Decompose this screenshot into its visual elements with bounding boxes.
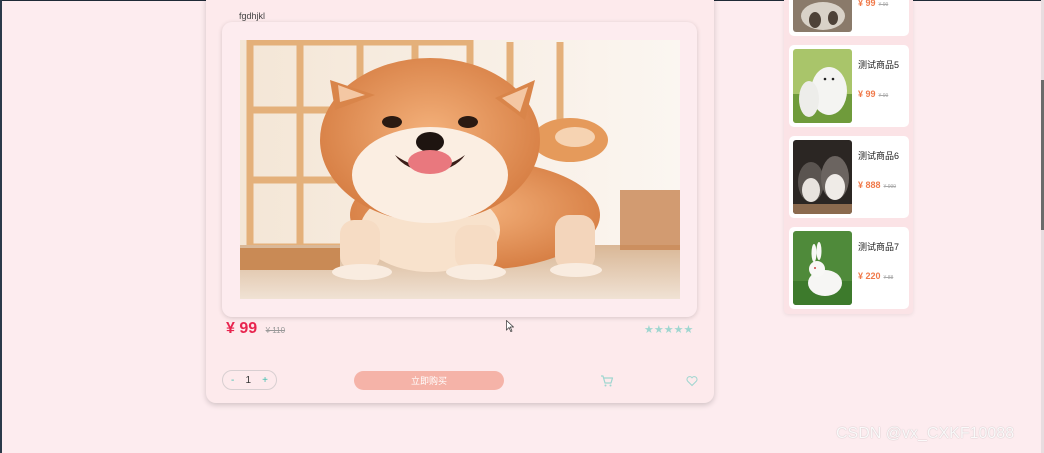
quantity-stepper: - 1 + [222, 370, 277, 390]
recommended-products-list: ¥ 99 ¥ 99 测试商品5 ¥ 99 ¥ 99 测试商品6 ¥ 888 ¥ 999 [784, 0, 913, 314]
list-item-price: ¥ 888 ¥ 999 [858, 180, 897, 190]
increase-quantity-button[interactable]: + [262, 375, 268, 386]
product-thumb-white-dogs [793, 49, 852, 123]
price-row: ¥ 99 ¥ 110 [226, 320, 285, 338]
list-item-name: 测试商品5 [858, 60, 900, 70]
list-item-price: ¥ 220 ¥ 88 [858, 271, 894, 281]
product-thumb-cat [793, 0, 852, 32]
quantity-value[interactable]: 1 [245, 375, 251, 386]
list-item[interactable]: 测试商品6 ¥ 888 ¥ 999 [789, 136, 909, 218]
current-price: ¥ 99 [226, 320, 258, 337]
decrease-quantity-button[interactable]: - [231, 375, 234, 386]
list-item-price: ¥ 99 ¥ 99 [858, 0, 889, 8]
product-photo-shiba [240, 40, 680, 299]
product-thumb-husky [793, 140, 852, 214]
product-detail-card: fgdhjkl ¥ 99 ¥ 110 ★★★★★ - 1 + 立即购买 [206, 0, 714, 403]
list-item[interactable]: 测试商品5 ¥ 99 ¥ 99 [789, 45, 909, 127]
list-item-name: 测试商品6 [858, 151, 900, 161]
rating-stars[interactable]: ★★★★★ [644, 323, 693, 336]
window-left-edge [0, 0, 2, 453]
list-item[interactable]: 测试商品7 ¥ 220 ¥ 88 [789, 227, 909, 309]
product-title: fgdhjkl [239, 11, 266, 21]
list-item-price: ¥ 99 ¥ 99 [858, 89, 889, 99]
original-price: ¥ 110 [265, 326, 286, 335]
buy-now-button[interactable]: 立即购买 [354, 371, 504, 390]
watermark: CSDN @vx_CXKF10088 [836, 425, 1015, 442]
mouse-cursor-icon [506, 320, 514, 332]
product-thumb-rabbit [793, 231, 852, 305]
list-item-name: 测试商品7 [858, 242, 900, 252]
product-image-frame [222, 22, 697, 317]
cart-icon[interactable] [600, 374, 614, 388]
heart-icon[interactable] [686, 375, 698, 387]
list-item[interactable]: ¥ 99 ¥ 99 [789, 0, 909, 36]
